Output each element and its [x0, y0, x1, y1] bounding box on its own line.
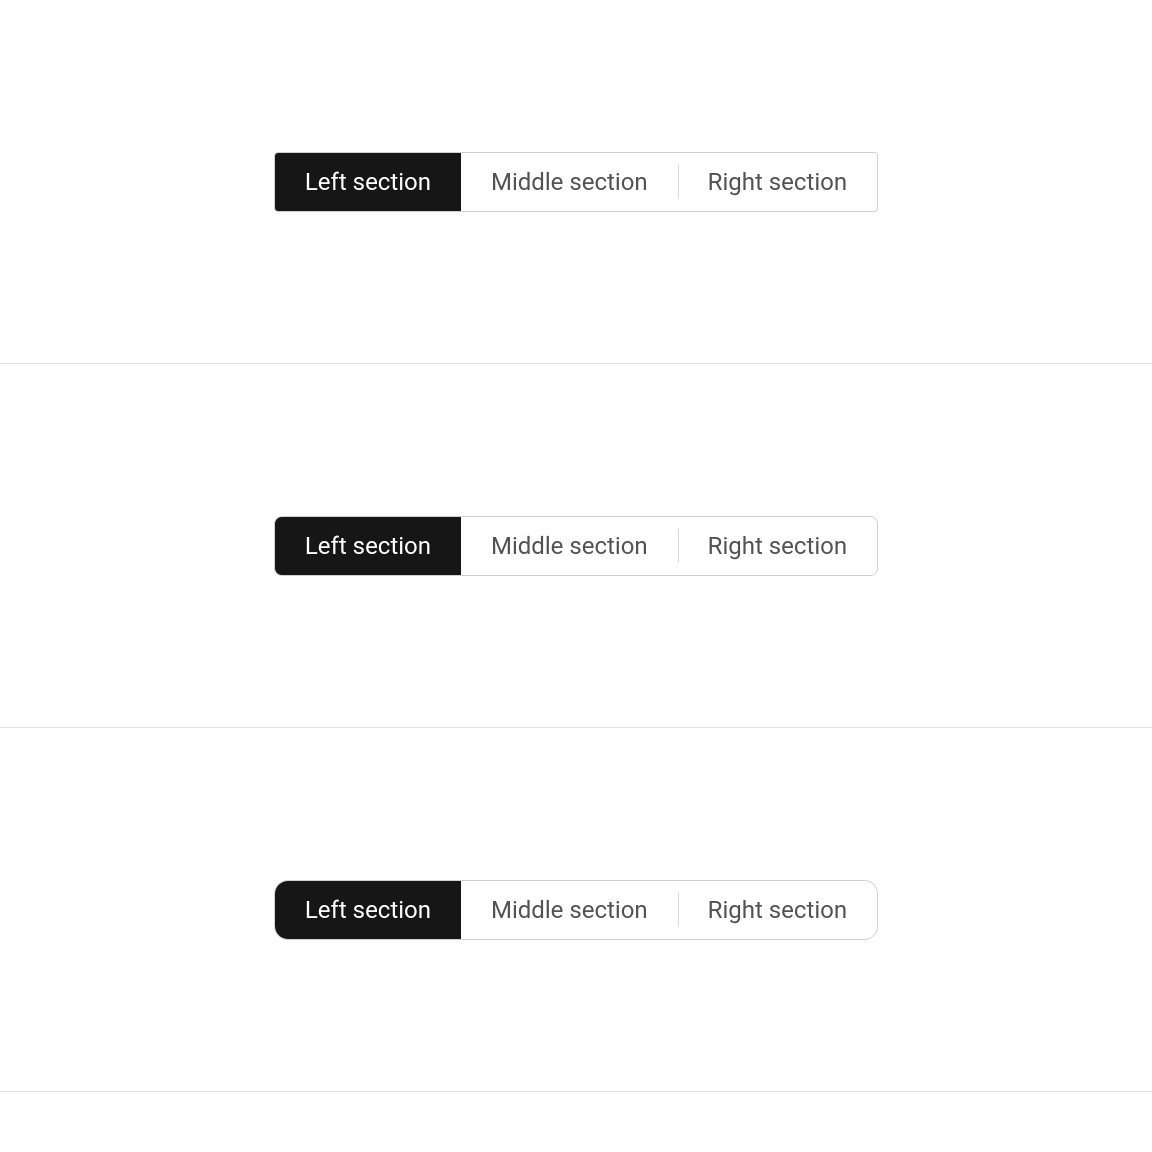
example-row-2: Left section Middle section Right sectio…: [0, 364, 1152, 728]
segment-label: Middle section: [491, 168, 648, 196]
segment-right[interactable]: Right section: [678, 517, 877, 575]
segment-left[interactable]: Left section: [275, 517, 461, 575]
segmented-control: Left section Middle section Right sectio…: [274, 152, 878, 212]
segment-label: Middle section: [491, 896, 648, 924]
segment-label: Left section: [305, 896, 431, 924]
segment-middle[interactable]: Middle section: [461, 153, 678, 211]
segment-middle[interactable]: Middle section: [461, 881, 678, 939]
segment-label: Left section: [305, 532, 431, 560]
segment-left[interactable]: Left section: [275, 153, 461, 211]
example-row-1: Left section Middle section Right sectio…: [0, 0, 1152, 364]
segment-label: Right section: [708, 532, 847, 560]
segmented-control: Left section Middle section Right sectio…: [274, 880, 878, 940]
segmented-control: Left section Middle section Right sectio…: [274, 516, 878, 576]
segment-right[interactable]: Right section: [678, 881, 877, 939]
segment-left[interactable]: Left section: [275, 881, 461, 939]
segment-right[interactable]: Right section: [678, 153, 877, 211]
segment-label: Right section: [708, 896, 847, 924]
segment-label: Right section: [708, 168, 847, 196]
segment-middle[interactable]: Middle section: [461, 517, 678, 575]
segment-label: Middle section: [491, 532, 648, 560]
example-row-3: Left section Middle section Right sectio…: [0, 728, 1152, 1092]
segment-label: Left section: [305, 168, 431, 196]
